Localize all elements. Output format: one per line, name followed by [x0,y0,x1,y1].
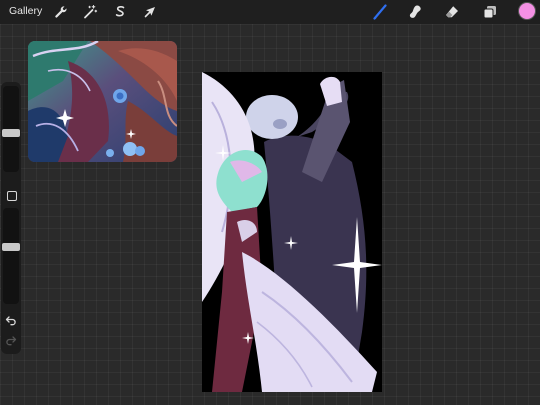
top-toolbar: Gallery [0,0,540,24]
left-sidebar [1,82,21,354]
smudge-icon[interactable] [406,3,424,21]
layers-icon[interactable] [481,3,499,21]
brush-icon[interactable] [371,3,389,21]
canvas-artwork [202,72,382,392]
eraser-icon[interactable] [443,3,461,21]
square-modify-icon[interactable] [7,191,17,201]
arrow-cursor-icon[interactable] [141,3,159,21]
reference-artwork [28,41,177,162]
undo-icon[interactable] [5,314,17,326]
magic-wand-icon[interactable] [81,3,99,21]
brush-size-slider[interactable] [2,86,20,172]
selection-s-icon[interactable] [111,3,129,21]
wrench-icon[interactable] [52,3,70,21]
opacity-thumb[interactable] [2,243,20,251]
redo-icon[interactable] [5,334,17,346]
reference-image-window[interactable] [28,41,177,162]
opacity-slider[interactable] [2,208,20,304]
color-picker-swatch[interactable] [519,3,535,19]
drawing-canvas[interactable] [202,72,382,392]
brush-size-thumb[interactable] [2,129,20,137]
gallery-button[interactable]: Gallery [9,5,42,17]
